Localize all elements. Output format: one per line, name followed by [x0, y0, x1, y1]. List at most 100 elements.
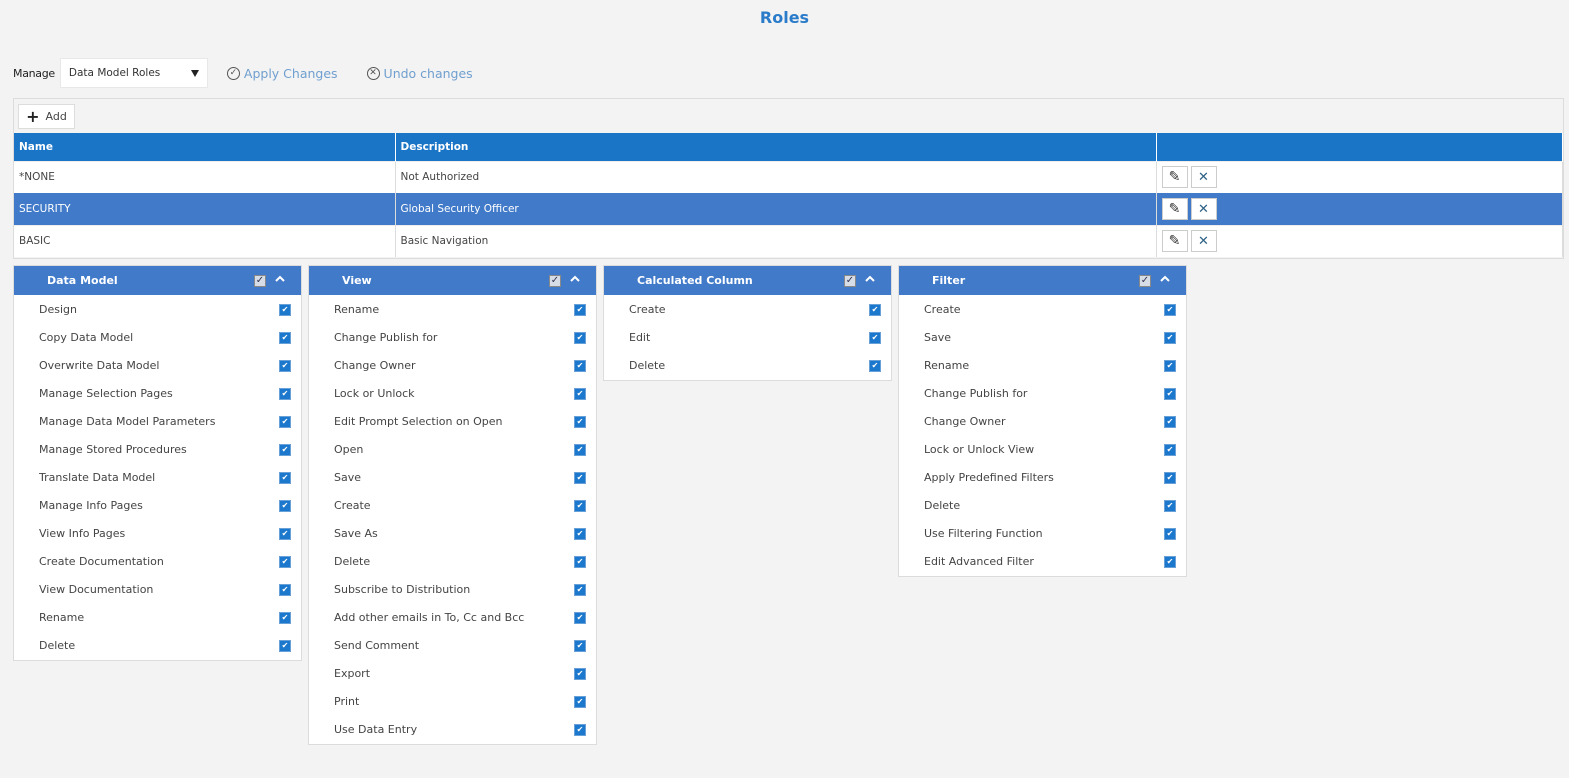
- apply-changes-button[interactable]: ✓ Apply Changes: [226, 65, 338, 81]
- apply-changes-label: Apply Changes: [243, 65, 338, 81]
- role-description-cell[interactable]: Global Security Officer: [395, 192, 1157, 225]
- permission-checkbox[interactable]: ✔: [1164, 304, 1176, 316]
- permission-checkbox[interactable]: ✔: [574, 500, 586, 512]
- permission-checkbox[interactable]: ✔: [1164, 332, 1176, 344]
- permission-item: Open ✔: [309, 435, 596, 463]
- permission-checkbox[interactable]: ✔: [574, 472, 586, 484]
- permission-checkbox[interactable]: ✔: [574, 332, 586, 344]
- permission-label: Open: [334, 442, 364, 456]
- permission-checkbox[interactable]: ✔: [279, 584, 291, 596]
- permission-checkbox[interactable]: ✔: [574, 444, 586, 456]
- manage-select[interactable]: Data Model Roles: [59, 58, 208, 88]
- permission-label: Save: [924, 330, 952, 344]
- permission-item: Save ✔: [899, 323, 1186, 351]
- permission-checkbox[interactable]: ✔: [279, 528, 291, 540]
- select-all-checkbox[interactable]: ✓: [254, 275, 266, 287]
- permission-label: Delete: [39, 638, 76, 652]
- select-all-checkbox[interactable]: ✓: [844, 275, 856, 287]
- permission-checkbox[interactable]: ✔: [279, 500, 291, 512]
- permission-checkbox[interactable]: ✔: [1164, 388, 1176, 400]
- permission-checkbox[interactable]: ✔: [1164, 360, 1176, 372]
- panel-header: Calculated Column ✓: [604, 266, 891, 295]
- permission-checkbox[interactable]: ✔: [1164, 528, 1176, 540]
- permission-checkbox[interactable]: ✔: [279, 472, 291, 484]
- delete-role-button[interactable]: ✕: [1190, 198, 1217, 220]
- permission-label: Lock or Unlock: [334, 386, 415, 400]
- close-icon: ✕: [1198, 169, 1209, 185]
- role-description-cell[interactable]: Not Authorized: [395, 160, 1157, 193]
- role-name-cell[interactable]: BASIC: [14, 224, 396, 257]
- role-name-cell[interactable]: SECURITY: [14, 192, 396, 225]
- dropdown-caret-icon: [190, 70, 199, 77]
- permission-label: Delete: [924, 498, 961, 512]
- permission-checkbox[interactable]: ✔: [574, 584, 586, 596]
- chevron-up-icon[interactable]: [864, 273, 876, 285]
- permission-checkbox[interactable]: ✔: [869, 360, 881, 372]
- permission-item: Add other emails in To, Cc and Bcc ✔: [309, 603, 596, 631]
- table-row[interactable]: BASIC Basic Navigation ✎ ✕: [14, 224, 1563, 257]
- add-role-button[interactable]: + Add: [18, 104, 75, 129]
- permission-panel-filter: Filter ✓ Create ✔ Save ✔ Rename ✔ Change Publish…: [898, 265, 1187, 577]
- column-header-name[interactable]: Name: [14, 133, 396, 161]
- permission-checkbox[interactable]: ✔: [574, 724, 586, 736]
- permission-checkbox[interactable]: ✔: [574, 304, 586, 316]
- edit-role-button[interactable]: ✎: [1161, 230, 1188, 253]
- delete-role-button[interactable]: ✕: [1190, 230, 1217, 253]
- permission-checkbox[interactable]: ✔: [279, 332, 291, 344]
- select-all-checkbox[interactable]: ✓: [1139, 275, 1151, 287]
- row-actions-cell: ✎ ✕: [1156, 224, 1563, 257]
- permission-checkbox[interactable]: ✔: [574, 640, 586, 652]
- permission-checkbox[interactable]: ✔: [869, 304, 881, 316]
- edit-role-button[interactable]: ✎: [1161, 198, 1188, 220]
- permission-checkbox[interactable]: ✔: [574, 612, 586, 624]
- chevron-up-icon[interactable]: [1159, 273, 1171, 285]
- permission-checkbox[interactable]: ✔: [574, 556, 586, 568]
- permission-checkbox[interactable]: ✔: [1164, 444, 1176, 456]
- permission-checkbox[interactable]: ✔: [1164, 500, 1176, 512]
- permission-checkbox[interactable]: ✔: [574, 388, 586, 400]
- permission-item: Use Data Entry ✔: [309, 715, 596, 743]
- table-row[interactable]: *NONE Not Authorized ✎ ✕: [14, 160, 1563, 193]
- permission-checkbox[interactable]: ✔: [574, 416, 586, 428]
- permission-label: Create: [629, 302, 666, 316]
- permission-label: Change Publish for: [334, 330, 438, 344]
- permission-checkbox[interactable]: ✔: [1164, 416, 1176, 428]
- permission-label: Save: [334, 470, 362, 484]
- chevron-up-icon[interactable]: [274, 273, 286, 285]
- permission-checkbox[interactable]: ✔: [574, 668, 586, 680]
- permission-checkbox[interactable]: ✔: [574, 360, 586, 372]
- edit-role-button[interactable]: ✎: [1161, 166, 1188, 188]
- manage-label: Manage: [13, 66, 55, 80]
- permission-checkbox[interactable]: ✔: [279, 388, 291, 400]
- table-row[interactable]: SECURITY Global Security Officer ✎ ✕: [14, 192, 1563, 225]
- permission-item: View Documentation ✔: [14, 575, 301, 603]
- panel-title: View: [342, 274, 372, 287]
- permission-item: Use Filtering Function ✔: [899, 519, 1186, 547]
- role-description-cell[interactable]: Basic Navigation: [395, 224, 1157, 257]
- permission-checkbox[interactable]: ✔: [279, 640, 291, 652]
- delete-role-button[interactable]: ✕: [1190, 166, 1217, 188]
- chevron-up-icon[interactable]: [569, 273, 581, 285]
- permission-checkbox[interactable]: ✔: [574, 528, 586, 540]
- permission-checkbox[interactable]: ✔: [1164, 472, 1176, 484]
- column-header-actions: [1156, 133, 1563, 161]
- permission-checkbox[interactable]: ✔: [574, 696, 586, 708]
- select-all-checkbox[interactable]: ✓: [549, 275, 561, 287]
- permission-checkbox[interactable]: ✔: [1164, 556, 1176, 568]
- permission-checkbox[interactable]: ✔: [279, 416, 291, 428]
- permission-item: Delete ✔: [14, 631, 301, 659]
- role-name-cell[interactable]: *NONE: [14, 160, 396, 193]
- panel-header: View ✓: [309, 266, 596, 295]
- column-header-description[interactable]: Description: [395, 133, 1157, 161]
- permission-checkbox[interactable]: ✔: [279, 556, 291, 568]
- permission-checkbox[interactable]: ✔: [279, 304, 291, 316]
- permission-checkbox[interactable]: ✔: [279, 444, 291, 456]
- permission-checkbox[interactable]: ✔: [279, 360, 291, 372]
- permission-checkbox[interactable]: ✔: [279, 612, 291, 624]
- close-icon: ✕: [1198, 201, 1209, 217]
- undo-changes-button[interactable]: ✕ Undo changes: [366, 66, 473, 81]
- permission-checkbox[interactable]: ✔: [869, 332, 881, 344]
- permission-label: Lock or Unlock View: [924, 442, 1035, 456]
- permission-item: Translate Data Model ✔: [14, 463, 301, 491]
- permission-item: Manage Data Model Parameters ✔: [14, 407, 301, 435]
